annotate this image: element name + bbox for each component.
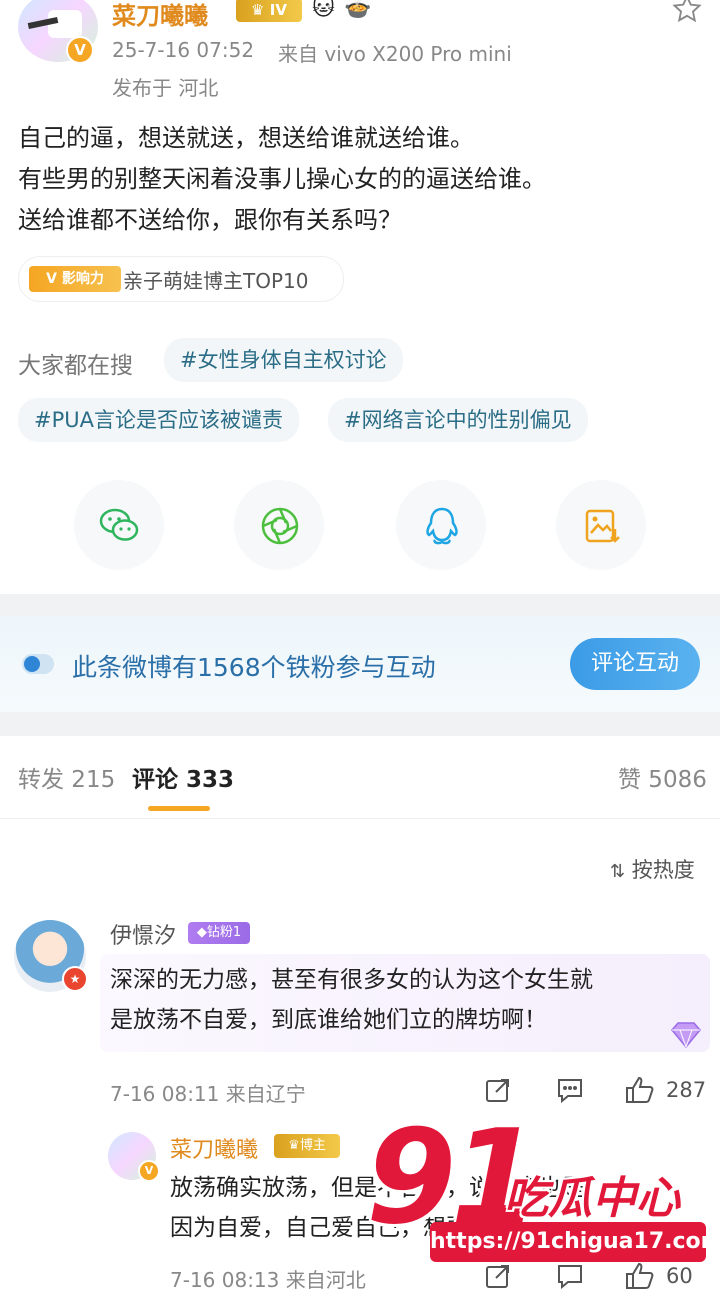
like-icon[interactable] [624,1074,656,1106]
reply-author-name[interactable]: 菜刀曦曦 [170,1132,258,1164]
fan-level-badge: ◆钻粉1 [188,922,250,944]
comment-text: 深深的无力感，甚至有很多女的认为这个女生就 是放荡不自爱，到底谁给她们立的牌坊啊… [110,960,593,1040]
tab-comments[interactable]: 评论 333 [132,760,234,794]
moments-icon [261,507,299,545]
food-emoji-icon: 🍲 [344,0,372,21]
active-tab-indicator [148,806,210,811]
sort-button[interactable]: ⇅ 按热度 [610,854,695,884]
fan-level-text: 钻粉1 [206,925,242,940]
wechat-icon [99,508,139,541]
diamond-decoration-icon [668,1020,704,1050]
verified-badge-icon: V [138,1160,160,1182]
crown-icon: ♛ [288,1138,300,1153]
post-timestamp: 25-7-16 07:52 [112,38,255,62]
sort-icon: ⇅ [610,861,626,882]
tag-chip[interactable]: #女性身体自主权讨论 [164,338,403,382]
post-body-line: 送给谁都不送给你，跟你有关系吗？ [18,206,402,234]
reply-time: 7-16 08:13 来自河北 [170,1268,366,1292]
section-divider [0,594,720,616]
crown-icon: ♛ [251,1,265,19]
repost-icon[interactable] [484,1262,512,1290]
comment-interact-button[interactable]: 评论互动 [570,638,700,690]
save-image-button[interactable] [556,480,646,570]
tag-chip[interactable]: #PUA言论是否应该被谴责 [18,398,299,442]
post-body-line: 有些男的别整天闲着没事儿操心女的的逼送给谁。 [18,165,546,193]
post-location: 发布于 河北 [112,76,219,100]
post-source: 来自 vivo X200 Pro mini [278,42,512,66]
cat-emoji-icon: 🐱 [312,0,335,21]
level-badge-text: IV [269,1,287,19]
comment-line: 是放荡不自爱，到底谁给她们立的牌坊啊！ [110,1007,547,1033]
sort-label: 按热度 [631,858,695,882]
post-body-line: 自己的逼，想送就送，想送给谁就送给谁。 [18,124,474,152]
blogger-badge: ♛博主 [274,1134,340,1158]
comment-line: 深深的无力感，甚至有很多女的认为这个女生就 [110,967,593,993]
tag-chip[interactable]: #网络言论中的性别偏见 [328,398,588,442]
like-icon[interactable] [624,1260,656,1292]
post-author-name[interactable]: 菜刀曦曦 [112,0,208,31]
repost-icon[interactable] [484,1076,512,1104]
save-image-icon [585,509,620,543]
reply-icon[interactable] [556,1262,584,1290]
qq-icon [426,507,458,545]
commenter-name[interactable]: 伊憬汐 [110,918,176,950]
share-wechat-button[interactable] [74,480,164,570]
fan-interaction-banner: 此条微博有1568个铁粉参与互动 评论互动 [0,616,720,712]
tab-likes[interactable]: 赞 5086 [618,760,707,794]
comment-like-count: 287 [666,1078,707,1102]
diamond-icon: ◆ [196,925,207,940]
watermark-url: https://91chigua17.com [430,1222,720,1262]
toggle-icon [22,654,54,674]
level-badge: ♛ IV [236,0,302,22]
reply-like-count: 60 [666,1264,693,1288]
post-body: 自己的逼，想送就送，想送给谁就送给谁。 有些男的别整天闲着没事儿操心女的的逼送给… [18,118,546,241]
fan-banner-text: 此条微博有1568个铁粉参与互动 [72,653,436,682]
verified-badge-icon: V [66,36,94,64]
section-divider [0,712,720,736]
reply-icon[interactable] [556,1076,584,1104]
commenter-badge-icon: ★ [62,966,88,992]
influence-logo-text: 影响力 [61,271,104,287]
tabs-divider [0,818,720,819]
share-moments-button[interactable] [234,480,324,570]
blogger-badge-text: 博主 [299,1138,326,1153]
influence-text: 亲子萌娃博主TOP10 [123,269,309,293]
share-qq-button[interactable] [396,480,486,570]
tab-repost[interactable]: 转发 215 [18,760,115,794]
influence-logo: V 影响力 [29,266,121,292]
comment-time: 7-16 08:11 来自辽宁 [110,1082,306,1106]
influence-badge[interactable]: V 影响力 亲子萌娃博主TOP10 [18,256,344,302]
watermark-text: 吃瓜中心 [504,1173,680,1224]
favorite-star-icon[interactable] [672,0,702,28]
search-label: 大家都在搜 [18,353,133,379]
